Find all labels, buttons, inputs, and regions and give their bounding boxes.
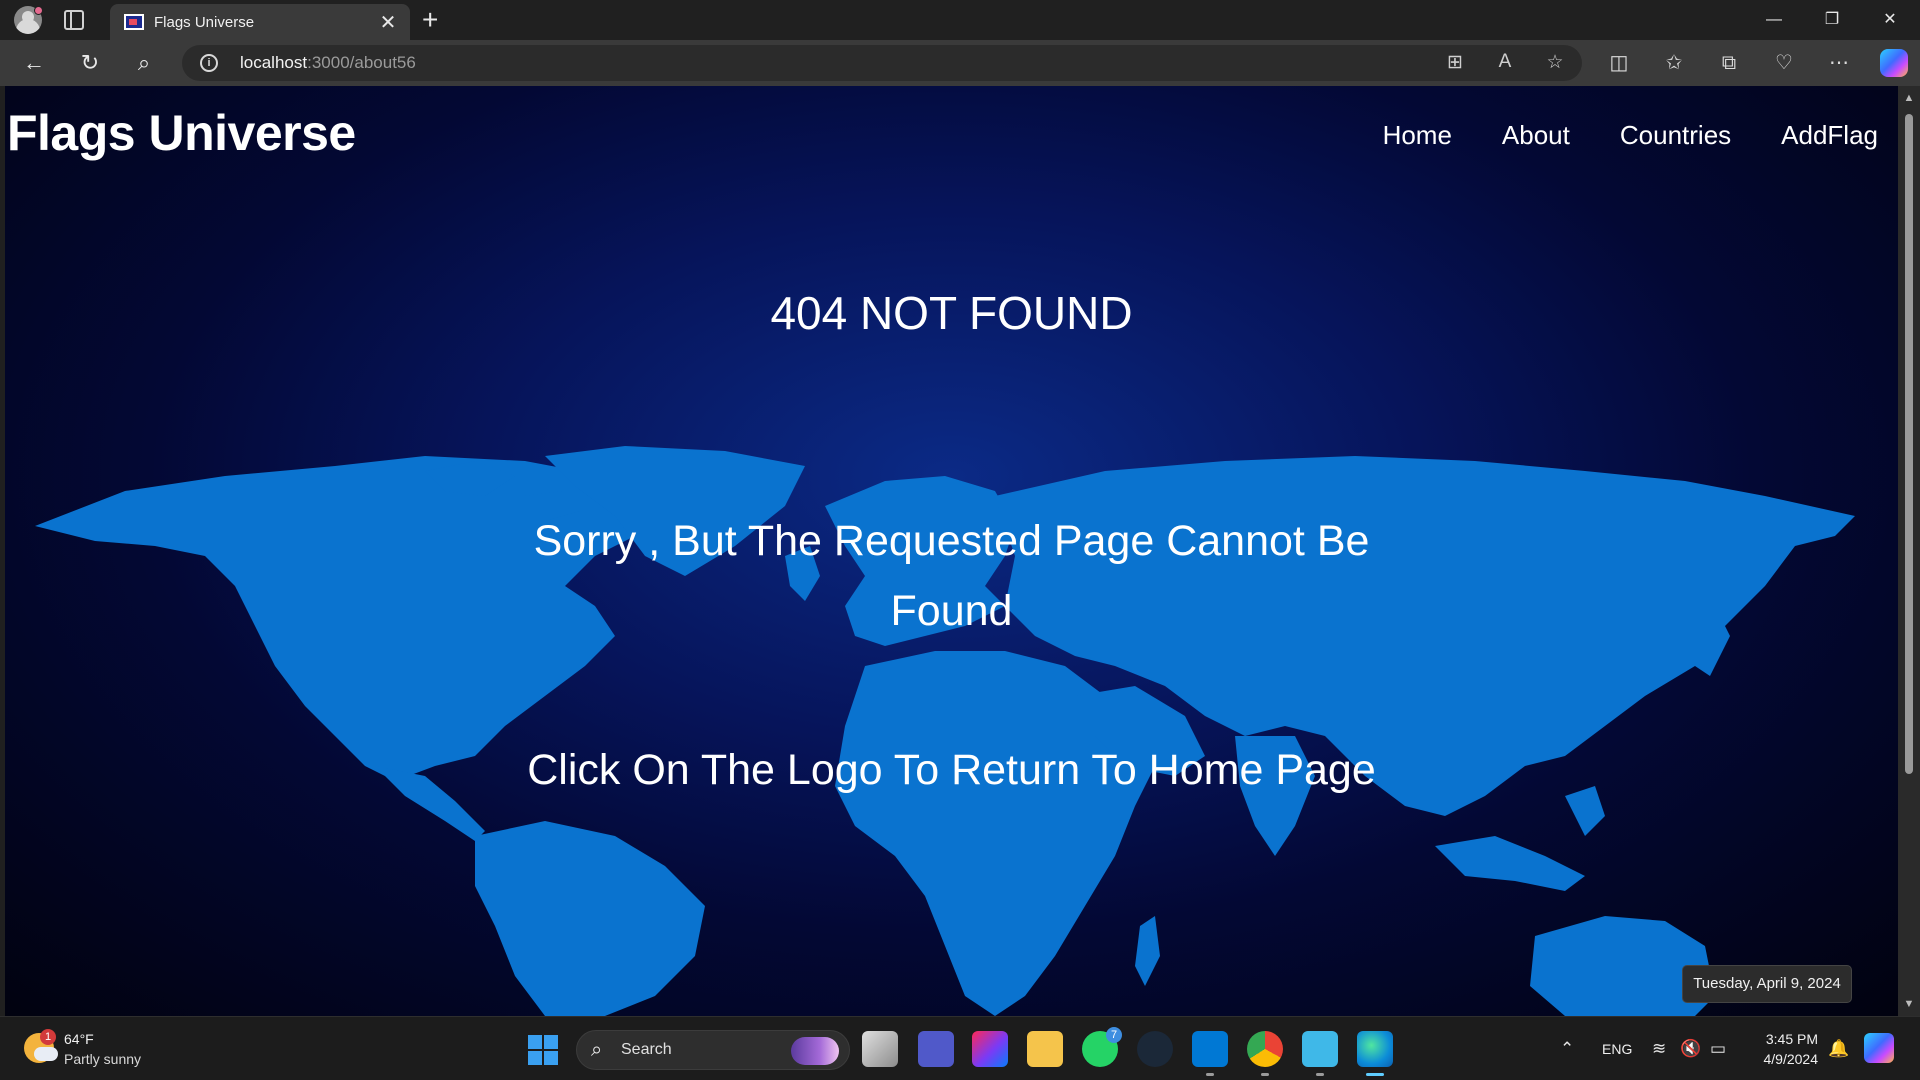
copilot-taskbar-icon[interactable] (1864, 1033, 1894, 1063)
whatsapp-icon[interactable]: 7 (1082, 1027, 1122, 1067)
tab-flags-universe[interactable]: Flags Universe ✕ (110, 4, 410, 40)
favorites-icon[interactable]: ✩ (1658, 48, 1690, 78)
intellij-icon[interactable] (972, 1031, 1008, 1067)
search-highlight-image (791, 1037, 839, 1065)
new-tab-button[interactable]: + (422, 4, 438, 36)
page-viewport: Flags Universe Home About Countries AddF… (5, 86, 1898, 1016)
profile-notification-dot (34, 6, 43, 15)
nav-countries[interactable]: Countries (1620, 120, 1731, 151)
search-icon[interactable]: ⌕ (128, 48, 160, 78)
windows-start-icon[interactable] (528, 1035, 558, 1065)
nav-about[interactable]: About (1502, 120, 1570, 151)
date-tooltip: Tuesday, April 9, 2024 (1682, 965, 1852, 1003)
error-message-line2: Found (890, 587, 1013, 635)
scroll-thumb[interactable] (1905, 114, 1913, 774)
wifi-icon[interactable]: ≋ (1652, 1039, 1666, 1059)
read-aloud-icon[interactable]: A (1492, 51, 1518, 73)
tab-title: Flags Universe (154, 14, 255, 31)
chrome-icon[interactable] (1247, 1031, 1283, 1076)
whatsapp-badge: 7 (1106, 1027, 1122, 1043)
battery-icon[interactable]: ▭ (1710, 1039, 1726, 1059)
minimize-button[interactable]: — (1745, 0, 1803, 40)
restore-button[interactable]: ❐ (1803, 0, 1861, 40)
split-screen-icon[interactable]: ◫ (1603, 48, 1635, 78)
edge-icon[interactable] (1357, 1031, 1393, 1076)
url-text[interactable]: localhost:3000/about56 (240, 53, 416, 73)
tray-overflow-chevron-icon[interactable]: ⌃ (1560, 1039, 1574, 1059)
language-indicator[interactable]: ENG (1602, 1041, 1632, 1057)
browser-tab-strip: Flags Universe ✕ + — ❐ ✕ (0, 0, 1920, 40)
error-message: Sorry , But The Requested Page Cannot Be… (5, 506, 1898, 646)
notification-bell-icon[interactable]: 🔔 (1828, 1039, 1849, 1059)
page-scrollbar[interactable]: ▲ ▼ (1898, 86, 1920, 1016)
notepad-icon[interactable] (1302, 1031, 1338, 1076)
clock-time[interactable]: 3:45 PM (1760, 1031, 1818, 1047)
tab-actions-icon[interactable] (64, 10, 84, 30)
weather-badge: 1 (40, 1029, 56, 1045)
scroll-up-icon[interactable]: ▲ (1903, 92, 1915, 104)
refresh-icon[interactable]: ↻ (74, 48, 106, 78)
error-message-line1: Sorry , But The Requested Page Cannot Be (533, 517, 1370, 565)
task-view-icon[interactable] (862, 1031, 898, 1067)
nav-addflag[interactable]: AddFlag (1781, 120, 1878, 151)
address-bar[interactable]: i localhost:3000/about56 ⊞ A ☆ (182, 45, 1582, 81)
back-arrow-icon[interactable]: ← (18, 48, 50, 78)
search-icon: ⌕ (591, 1039, 603, 1061)
return-home-hint: Click On The Logo To Return To Home Page (527, 746, 1376, 794)
clock-date[interactable]: 4/9/2024 (1750, 1051, 1819, 1067)
taskbar-search[interactable]: ⌕ Search (576, 1030, 850, 1070)
main-nav: Home About Countries AddFlag (1383, 120, 1878, 151)
flag-favicon-icon (124, 14, 144, 30)
steam-icon[interactable] (1137, 1031, 1173, 1067)
weather-temperature[interactable]: 64°F (64, 1031, 94, 1047)
url-host: localhost (240, 53, 308, 72)
nav-home[interactable]: Home (1383, 120, 1452, 151)
search-label: Search (621, 1041, 672, 1058)
collections-icon[interactable]: ⧉ (1713, 48, 1745, 78)
url-path: :3000/about56 (307, 53, 416, 72)
site-info-icon[interactable]: i (200, 54, 218, 72)
site-logo[interactable]: Flags Universe (7, 104, 356, 162)
more-options-icon[interactable]: ⋯ (1823, 48, 1855, 78)
teams-icon[interactable] (918, 1031, 954, 1067)
browser-essentials-icon[interactable]: ♡ (1768, 48, 1800, 78)
volume-muted-icon[interactable]: 🔇 (1680, 1039, 1701, 1059)
copilot-icon[interactable] (1880, 49, 1908, 77)
windows-taskbar: 1 64°F Partly sunny ⌕ Search 7 ⌃ ENG ≋ 🔇… (0, 1016, 1920, 1080)
close-window-button[interactable]: ✕ (1861, 0, 1919, 40)
weather-description[interactable]: Partly sunny (64, 1051, 141, 1067)
app-available-icon[interactable]: ⊞ (1442, 51, 1468, 74)
file-explorer-icon[interactable] (1027, 1031, 1063, 1067)
scroll-down-icon[interactable]: ▼ (1903, 998, 1915, 1010)
browser-toolbar: ← ↻ ⌕ i localhost:3000/about56 ⊞ A ☆ ◫ ✩… (0, 40, 1920, 86)
tab-close-icon[interactable]: ✕ (376, 10, 400, 35)
vscode-icon[interactable] (1192, 1031, 1228, 1076)
favorite-star-icon[interactable]: ☆ (1542, 51, 1568, 74)
error-code-heading: 404 NOT FOUND (770, 287, 1133, 339)
